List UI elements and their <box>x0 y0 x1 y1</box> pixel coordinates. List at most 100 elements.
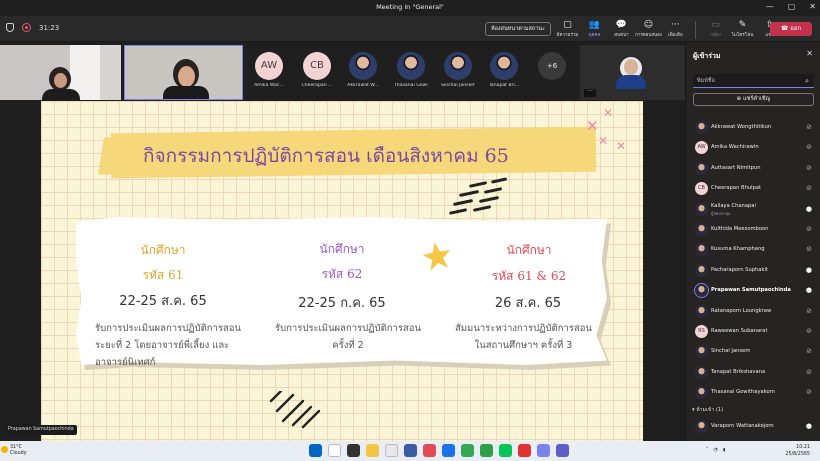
avatar: CB <box>303 52 331 80</box>
reactions-button[interactable]: ☺ การตอบสนอง <box>635 19 662 39</box>
mic-icon: ● <box>805 286 812 295</box>
taskbar-app-icon[interactable] <box>347 444 360 457</box>
participant-tile[interactable]: Sinchai Jansem <box>441 52 475 88</box>
taskbar-app-icon[interactable] <box>328 444 341 457</box>
mic-muted-icon: ⊘ <box>806 163 812 172</box>
toolbar-divider <box>695 21 696 39</box>
list-item[interactable]: Tanapat Brikshavana ⊘ <box>686 363 820 383</box>
more-button[interactable]: ··· เพิ่มเติม <box>662 19 689 39</box>
list-item[interactable]: CB Cheerapan Bhulpat ⊘ <box>686 179 820 199</box>
col1-label-line1: นักศึกษา <box>140 243 186 257</box>
shield-icon[interactable] <box>6 23 14 32</box>
taskbar-app-icon[interactable] <box>404 444 417 457</box>
share-content-button[interactable]: ▢ มีความร่วม <box>554 19 581 39</box>
col2-label: นักศึกษา <box>316 240 368 259</box>
list-item-active-speaker[interactable]: Prapawan Samutpaochinda ● <box>686 281 820 301</box>
taskbar-app-icon[interactable] <box>480 444 493 457</box>
wifi-icon[interactable]: ◔ <box>714 447 718 453</box>
taskbar-app-icon[interactable] <box>461 444 474 457</box>
participant-video[interactable] <box>0 45 121 100</box>
taskbar-app-icon[interactable] <box>366 444 379 457</box>
recording-icon <box>22 23 31 32</box>
avatar <box>349 52 377 80</box>
volume-icon[interactable]: ◖ <box>723 447 726 453</box>
mic-icon: ● <box>805 204 812 213</box>
camera-button[interactable]: ▭ กล้อง <box>702 19 729 39</box>
list-item[interactable]: Auttasart Nimitpun ⊘ <box>686 159 820 179</box>
participant-tile[interactable]: AW Amika Wac... <box>252 52 286 88</box>
list-item[interactable]: Pacharaporn Suphakit ● <box>686 261 820 281</box>
leave-button[interactable]: ☎ ออก <box>770 22 812 36</box>
list-item[interactable]: Kulthida Meesomboon ⊘ <box>686 220 820 240</box>
col2-label-line1: นักศึกษา <box>319 242 365 256</box>
participant-tile[interactable]: CB Cheerapan ... <box>300 52 334 88</box>
slide-title: กิจกรรมการปฏิบัติการสอน เดือนสิงหาคม 65 <box>143 145 509 167</box>
meeting-room-button[interactable]: ห้องสนทนาตามสถานะ <box>485 22 551 36</box>
participant-tile[interactable]: Akkrawat W... <box>346 52 380 88</box>
list-item[interactable]: Thasanai Gowithayakom ⊘ <box>686 383 820 403</box>
self-view-video[interactable]: ··· <box>580 45 685 100</box>
col3-description: สัมมนาระหว่างการปฏิบัติการสอน ในสถานศึกษ… <box>455 320 592 354</box>
people-label: บุคคล <box>588 33 601 38</box>
participant-tile[interactable]: Thasanai Gowit... <box>394 52 428 88</box>
decor-dash <box>458 189 480 197</box>
more-participants-button[interactable]: +6 <box>538 52 566 80</box>
mic-button[interactable]: ✎ ไมโครโฟน <box>729 19 756 39</box>
participant-name: Raweewan Subanarat <box>711 327 768 334</box>
participant-name: Amika Wachirawin <box>711 144 759 151</box>
list-item[interactable]: Sinchai Jansem ⊘ <box>686 342 820 362</box>
list-item[interactable]: AW Amika Wachirawin ⊘ <box>686 138 820 158</box>
taskbar-app-icon[interactable] <box>499 444 512 457</box>
taskbar-app-icon[interactable] <box>423 444 436 457</box>
toolbar-actions: ▢ มีความร่วม 👥 บุคคล 💬 สนทนา ☺ การตอบสนอ… <box>554 19 783 39</box>
list-item[interactable]: Ratanaporn Loungkraw ⊘ <box>686 302 820 322</box>
start-icon[interactable] <box>309 444 322 457</box>
mic-muted-icon: ⊘ <box>806 143 812 152</box>
chevron-up-icon[interactable]: ˄ <box>706 447 709 453</box>
col1-description: รับการประเมินผลการปฏิบัติการสอน ระยะที่ … <box>95 320 241 371</box>
participant-face <box>178 66 195 87</box>
list-item[interactable]: RS Raweewan Subanarat ⊘ <box>686 322 820 342</box>
weather-widget[interactable]: 31°C Cloudy <box>1 445 27 457</box>
share-invite-button[interactable]: ⊕ แชร์คำเชิญ <box>693 93 814 106</box>
taskbar-app-icon[interactable] <box>385 444 398 457</box>
mic-muted-icon: ⊘ <box>806 347 812 356</box>
people-button[interactable]: 👥 บุคคล <box>581 19 608 39</box>
col3-label-line1: นักศึกษา <box>506 243 552 257</box>
taskbar-app-icon[interactable] <box>518 444 531 457</box>
screen-share-icon: ▢ <box>563 20 572 30</box>
maximize-button[interactable]: ▢ <box>788 2 796 11</box>
mic-label: ไมโครโฟน <box>731 33 754 38</box>
clock[interactable]: 10:21 25/8/2565 <box>785 444 810 458</box>
chat-button[interactable]: 💬 สนทนา <box>608 19 635 39</box>
participant-name: Cheerapan Bhulpat <box>711 185 762 192</box>
chevron-down-icon: ▾ <box>692 407 695 414</box>
col1-label: นักศึกษา <box>138 241 188 260</box>
avatar <box>695 386 708 400</box>
participant-tile[interactable]: Tanapat Bri... <box>487 52 521 88</box>
taskbar-app-icon[interactable] <box>556 444 569 457</box>
list-item[interactable]: Akkrawat Wongthitikun ⊘ <box>686 118 820 138</box>
panel-close-icon[interactable]: ✕ <box>806 49 813 58</box>
col1-code: รหัส 61 <box>138 266 188 285</box>
col3-code: รหัส 61 & 62 <box>481 267 577 286</box>
taskbar-app-icon[interactable] <box>442 444 455 457</box>
list-item[interactable]: Kusuma Khamphang ⊘ <box>686 240 820 260</box>
list-item[interactable]: Varaporn Wattanakejorn ● <box>686 417 820 437</box>
list-item[interactable]: Kallaya Chanapai ผู้จัดประชุม ● <box>686 200 820 220</box>
taskbar-app-icon[interactable] <box>537 444 550 457</box>
decor-dash <box>483 187 503 194</box>
people-icon: 👥 <box>588 20 601 30</box>
search-input[interactable]: พิมพ์ชื่อ ⌕ <box>693 74 814 88</box>
mic-muted-icon: ⊘ <box>806 326 812 335</box>
participant-name: Sinchai Jansem <box>441 83 475 88</box>
os-taskbar: 31°C Cloudy ˄ ◔ ◖ 10:21 25/8/2565 <box>0 441 820 461</box>
self-view-more-button[interactable]: ··· <box>584 89 596 97</box>
mic-icon: ● <box>805 422 812 431</box>
close-window-button[interactable]: ✕ <box>809 2 816 11</box>
group-header[interactable]: ▾ ห้ามเข้า (1) <box>686 403 820 417</box>
minimize-button[interactable]: — <box>766 2 774 11</box>
participant-video-active[interactable] <box>124 45 243 100</box>
participant-name: Tanapat Brikshavana <box>711 368 766 375</box>
participant-name: Varaporn Wattanakejorn <box>711 423 774 430</box>
